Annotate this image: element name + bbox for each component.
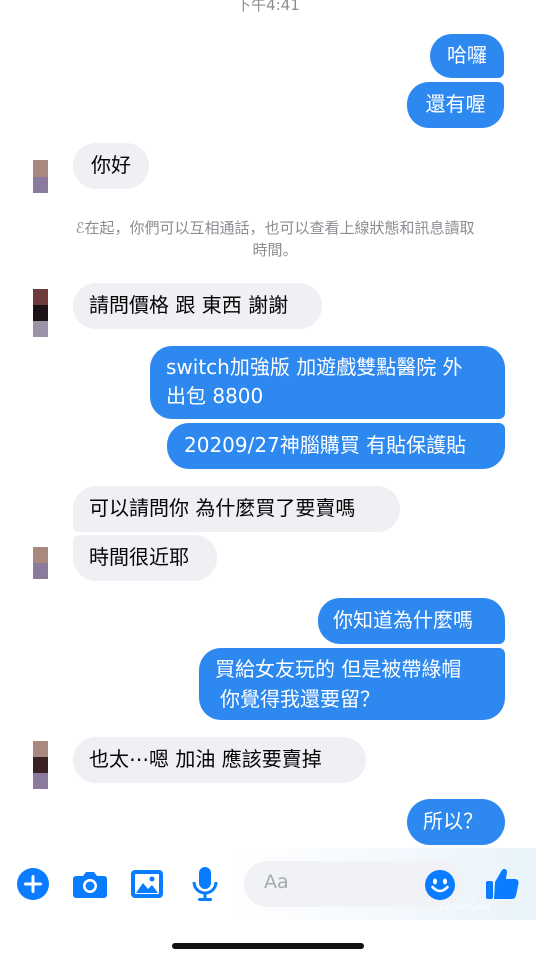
message-text-line: switch加強版 加遊戲雙點醫院 外	[166, 355, 463, 379]
message-text: 20209/27神腦購買 有貼保護貼	[184, 433, 467, 457]
message-text: 哈囉	[447, 43, 487, 67]
time-header: 下午4:41	[236, 0, 300, 14]
message-text: 你知道為什麼嗎	[333, 608, 473, 632]
message-text: 請問價格 跟 東西 謝謝	[89, 293, 289, 317]
composer-bar: Aa PhotoGrid	[0, 848, 536, 920]
message-bubble-outgoing[interactable]: switch加強版 加遊戲雙點醫院 外 出包 8800	[150, 346, 505, 419]
message-text: 也太⋯嗯 加油 應該要賣掉	[89, 747, 322, 771]
message-text: 所以？	[423, 809, 483, 833]
message-input-placeholder: Aa	[264, 871, 289, 893]
message-bubble-incoming[interactable]: 請問價格 跟 東西 謝謝	[73, 283, 322, 329]
message-bubble-outgoing[interactable]: 所以？	[407, 799, 505, 845]
message-text: 還有喔	[425, 92, 486, 116]
message-text-line: 你覺得我還要留？	[220, 687, 380, 711]
message-bubble-outgoing[interactable]: 你知道為什麼嗎	[318, 598, 505, 644]
message-text: 你好	[91, 153, 131, 177]
message-text-line: 出包 8800	[166, 384, 264, 408]
system-notice: ℰ在起，你們可以互相通話，也可以查看上線狀態和訊息讀取 時間。	[40, 217, 510, 261]
message-bubble-outgoing[interactable]: 哈囉	[430, 34, 504, 78]
message-input[interactable]: Aa	[244, 861, 464, 907]
message-text: 可以請問你 為什麼買了要賣嗎	[89, 496, 356, 520]
contact-avatar[interactable]	[33, 547, 48, 579]
message-bubble-outgoing[interactable]: 買給女友玩的 但是被帶綠帽 你覺得我還要留？	[199, 648, 505, 720]
system-notice-line: ℰ在起，你們可以互相通話，也可以查看上線狀態和訊息讀取	[75, 219, 475, 237]
message-bubble-incoming[interactable]: 可以請問你 為什麼買了要賣嗎	[73, 486, 400, 532]
message-bubble-incoming[interactable]: 也太⋯嗯 加油 應該要賣掉	[73, 737, 366, 783]
image-icon[interactable]	[129, 866, 165, 902]
contact-avatar[interactable]	[33, 289, 48, 337]
emoji-icon[interactable]	[424, 869, 456, 901]
thumbs-up-icon[interactable]	[484, 866, 520, 902]
home-indicator	[172, 943, 364, 949]
system-notice-line: 時間。	[252, 241, 298, 259]
message-text: 時間很近耶	[89, 545, 189, 569]
message-bubble-incoming[interactable]: 時間很近耶	[73, 535, 217, 581]
message-bubble-outgoing[interactable]: 還有喔	[407, 82, 504, 128]
message-text-line: 買給女友玩的 但是被帶綠帽	[215, 657, 462, 681]
camera-icon[interactable]	[72, 866, 108, 902]
plus-circle-icon[interactable]	[15, 866, 51, 902]
contact-avatar[interactable]	[33, 160, 48, 193]
microphone-icon[interactable]	[187, 866, 223, 902]
message-bubble-incoming[interactable]: 你好	[73, 143, 149, 189]
message-bubble-outgoing[interactable]: 20209/27神腦購買 有貼保護貼	[167, 423, 505, 469]
watermark-label: PhotoGrid	[440, 902, 490, 913]
contact-avatar[interactable]	[33, 741, 48, 789]
